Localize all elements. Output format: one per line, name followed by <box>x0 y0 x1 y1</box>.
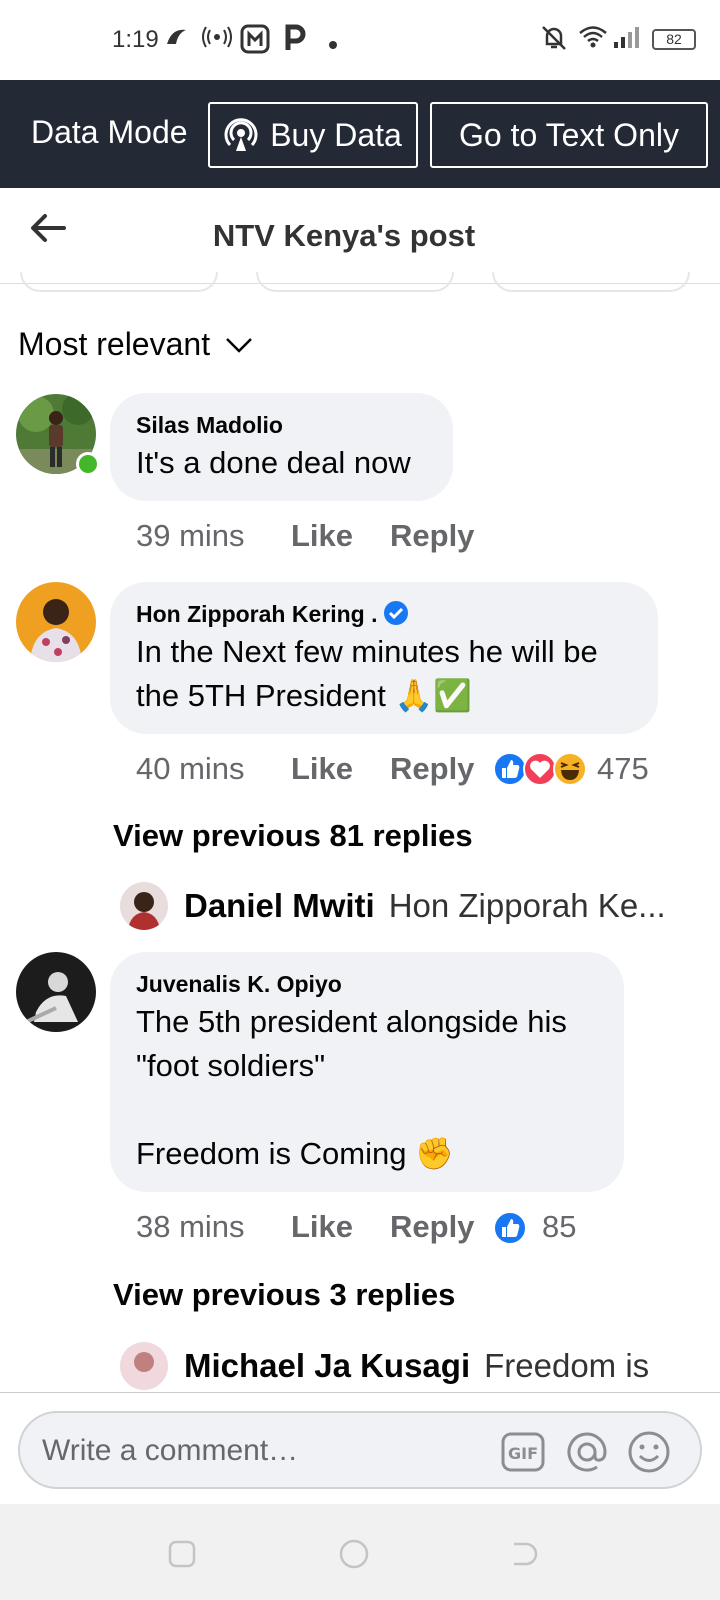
reaction-icons[interactable] <box>492 751 592 787</box>
reply-button[interactable]: Reply <box>390 518 474 554</box>
like-button[interactable]: Like <box>291 1209 353 1245</box>
comment-text: It's a done deal now <box>136 445 411 480</box>
signal-icon <box>612 24 642 56</box>
comment-author[interactable]: Juvenalis K. Opiyo <box>136 971 342 998</box>
comment-text: The 5th president alongside his "foot so… <box>136 1004 567 1171</box>
parking-icon <box>284 24 306 58</box>
reply-author: Daniel Mwiti <box>184 887 375 924</box>
broadcast-icon <box>224 118 258 151</box>
recent-apps-icon[interactable] <box>166 1538 198 1570</box>
gif-icon[interactable]: GIF <box>500 1429 546 1475</box>
text-only-button[interactable]: Go to Text Only <box>430 102 708 168</box>
emoji-icon[interactable] <box>626 1429 672 1475</box>
view-previous-replies-link[interactable]: View previous 3 replies <box>113 1277 455 1313</box>
avatar[interactable] <box>16 582 96 662</box>
status-bar: 1:19 82 <box>0 0 720 80</box>
battery-icon: 82 <box>652 29 696 50</box>
app-badge-icon <box>240 24 270 60</box>
like-reaction-icon[interactable] <box>492 1210 528 1246</box>
data-mode-label: Data Mode <box>31 114 188 150</box>
reply-snippet: Hon Zipporah Ke... <box>388 887 666 924</box>
avatar <box>120 882 168 930</box>
reply-button[interactable]: Reply <box>390 1209 474 1245</box>
reply-author: Michael Ja Kusagi <box>184 1347 471 1384</box>
reaction-pill-edge <box>492 272 690 292</box>
reply-snippet: Freedom is <box>484 1347 650 1384</box>
mute-icon <box>540 24 568 58</box>
like-button[interactable]: Like <box>291 518 353 554</box>
mention-icon[interactable] <box>564 1429 610 1475</box>
text-only-label: Go to Text Only <box>459 116 679 153</box>
online-status-indicator <box>76 452 100 476</box>
reaction-pill-edge <box>20 272 218 292</box>
buy-data-label: Buy Data <box>270 116 402 153</box>
page-title: NTV Kenya's post <box>212 218 476 253</box>
comment-time: 39 mins <box>136 518 245 553</box>
post-header: NTV Kenya's post <box>0 188 720 284</box>
avatar[interactable] <box>16 952 96 1032</box>
comment-time: 38 mins <box>136 1209 245 1244</box>
reply-button[interactable]: Reply <box>390 751 474 787</box>
chevron-down-icon <box>226 337 252 353</box>
hotspot-icon <box>202 24 232 56</box>
comment-time: 40 mins <box>136 751 245 786</box>
system-nav-bar <box>0 1504 720 1600</box>
comment-input[interactable] <box>42 1431 482 1471</box>
comment-box[interactable]: GIF <box>18 1411 702 1489</box>
buy-data-button[interactable]: Buy Data <box>208 102 418 168</box>
home-icon[interactable] <box>338 1538 370 1570</box>
sort-dropdown[interactable]: Most relevant <box>18 326 254 363</box>
gif-label: GIF <box>508 1444 538 1463</box>
comment-text: In the Next few minutes he will be the 5… <box>136 634 598 713</box>
status-time: 1:19 <box>112 26 159 53</box>
reaction-pill-edge <box>256 272 454 292</box>
comment-composer: GIF <box>0 1392 720 1504</box>
comment-author[interactable]: Hon Zipporah Kering . <box>136 601 378 628</box>
like-button[interactable]: Like <box>291 751 353 787</box>
avatar <box>120 1342 168 1390</box>
comment-author[interactable]: Silas Madolio <box>136 412 283 439</box>
sort-label: Most relevant <box>18 326 211 362</box>
reply-preview[interactable]: Daniel Mwiti Hon Zipporah Ke... <box>120 882 666 930</box>
app-notification-icon <box>164 24 190 56</box>
verified-badge-icon <box>384 601 408 625</box>
view-previous-replies-link[interactable]: View previous 81 replies <box>113 818 473 854</box>
wifi-icon <box>578 24 608 56</box>
reaction-count[interactable]: 85 <box>542 1209 576 1245</box>
reply-preview[interactable]: Michael Ja Kusagi Freedom is <box>120 1340 649 1392</box>
dot-icon <box>328 30 338 56</box>
back-nav-icon[interactable] <box>508 1538 540 1570</box>
haha-reaction-icon <box>553 752 587 786</box>
reaction-count[interactable]: 475 <box>597 751 649 787</box>
data-mode-bar: Data Mode Buy Data Go to Text Only <box>0 80 720 188</box>
